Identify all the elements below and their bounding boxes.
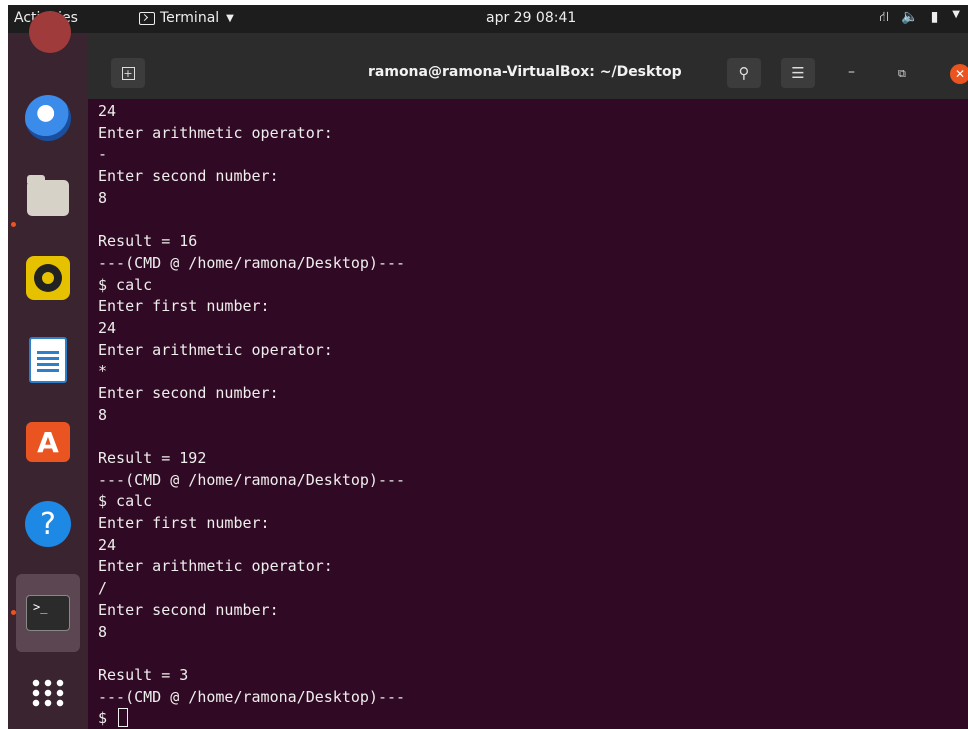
dock-item-help[interactable]: ? [21,497,75,551]
terminal-line: 24 [98,318,117,337]
dock-item-thunderbird[interactable] [21,91,75,145]
system-status-menu[interactable]: ⛙ 🔈 ▮ ▼ [879,9,960,27]
thunderbird-icon [25,95,71,141]
terminal-line: Enter first number: [98,297,270,316]
desktop-screen: Activities Terminal ▼ apr 29 08:41 ⛙ 🔈 ▮… [8,5,968,729]
terminal-line: Enter arithmetic operator: [98,557,333,576]
window-title: ramona@ramona-VirtualBox: ~/Desktop [368,64,682,80]
terminal-line: - [98,145,108,164]
help-icon: ? [25,501,71,547]
terminal-line: 24 [98,102,117,120]
new-tab-icon: + [121,66,135,80]
running-indicator [11,222,16,227]
dock-item-files[interactable] [21,171,75,225]
show-applications-icon [30,678,66,708]
network-icon: ⛙ [879,9,890,25]
terminal-line: Enter second number: [98,167,279,186]
prompt-line[interactable]: $ [98,708,963,729]
search-button[interactable]: ⚲ [727,58,761,88]
close-icon: ✕ [954,67,966,81]
clock[interactable]: apr 29 08:41 [486,10,576,26]
terminal-line: / [98,579,108,598]
terminal-line: ---(CMD @ /home/ramona/Desktop)--- [98,470,406,489]
dock: A ? >_ [8,11,88,729]
terminal-line: ---(CMD @ /home/ramona/Desktop)--- [98,687,406,706]
terminal-line: $ calc [98,275,153,294]
terminal-output[interactable]: 24 Enter arithmetic operator: - Enter secon… [98,101,963,729]
shell-prompt: $ [98,709,117,728]
terminal-line: Result = 16 [98,232,198,251]
running-indicator [11,610,16,615]
terminal-line: ---(CMD @ /home/ramona/Desktop)--- [98,253,406,272]
terminal-line: Result = 3 [98,665,189,684]
terminal-line: 8 [98,188,108,207]
terminal-app-icon [139,11,155,25]
dock-item-show-applications[interactable] [21,666,75,720]
terminal-line: Result = 192 [98,449,207,467]
dock-item-software[interactable]: A [21,415,75,469]
ubuntu-software-icon: A [26,422,70,462]
files-icon [27,175,69,216]
terminal-line: Enter arithmetic operator: [98,340,333,359]
terminal-line: 8 [98,405,108,424]
search-icon: ⚲ [738,64,750,82]
partial-app-icon[interactable] [29,11,71,53]
terminal-line: Enter second number: [98,600,279,619]
volume-icon: 🔈 [901,9,919,25]
minimize-button[interactable]: – [848,64,855,80]
chevron-down-icon: ▼ [226,12,234,24]
text-cursor [118,708,129,728]
dock-item-rhythmbox[interactable] [21,251,75,305]
top-bar: Activities Terminal ▼ apr 29 08:41 ⛙ 🔈 ▮… [8,5,968,33]
close-button[interactable]: ✕ [950,64,968,84]
libreoffice-writer-icon [29,337,67,383]
hamburger-menu-icon: ☰ [791,64,805,82]
dock-item-writer[interactable] [21,333,75,387]
new-tab-button[interactable]: + [111,58,145,88]
terminal-line: 8 [98,622,108,641]
menu-button[interactable]: ☰ [781,58,815,88]
terminal-line: Enter second number: [98,383,279,402]
window-titlebar[interactable]: + ramona@ramona-VirtualBox: ~/Desktop ⚲ … [88,33,968,99]
dock-item-terminal[interactable]: >_ [21,586,75,640]
terminal-line: Enter first number: [98,514,270,533]
app-menu[interactable]: Terminal ▼ [139,10,234,26]
terminal-line: Enter arithmetic operator: [98,123,333,142]
terminal-line: $ calc [98,492,153,511]
terminal-icon: >_ [26,595,70,631]
chevron-down-icon: ▼ [952,9,960,20]
terminal-line: 24 [98,535,117,554]
rhythmbox-icon [26,256,70,300]
battery-icon: ▮ [930,9,939,25]
app-menu-label: Terminal [160,10,220,26]
terminal-line: * [98,362,108,381]
restore-button[interactable]: ⧉ [898,67,906,81]
